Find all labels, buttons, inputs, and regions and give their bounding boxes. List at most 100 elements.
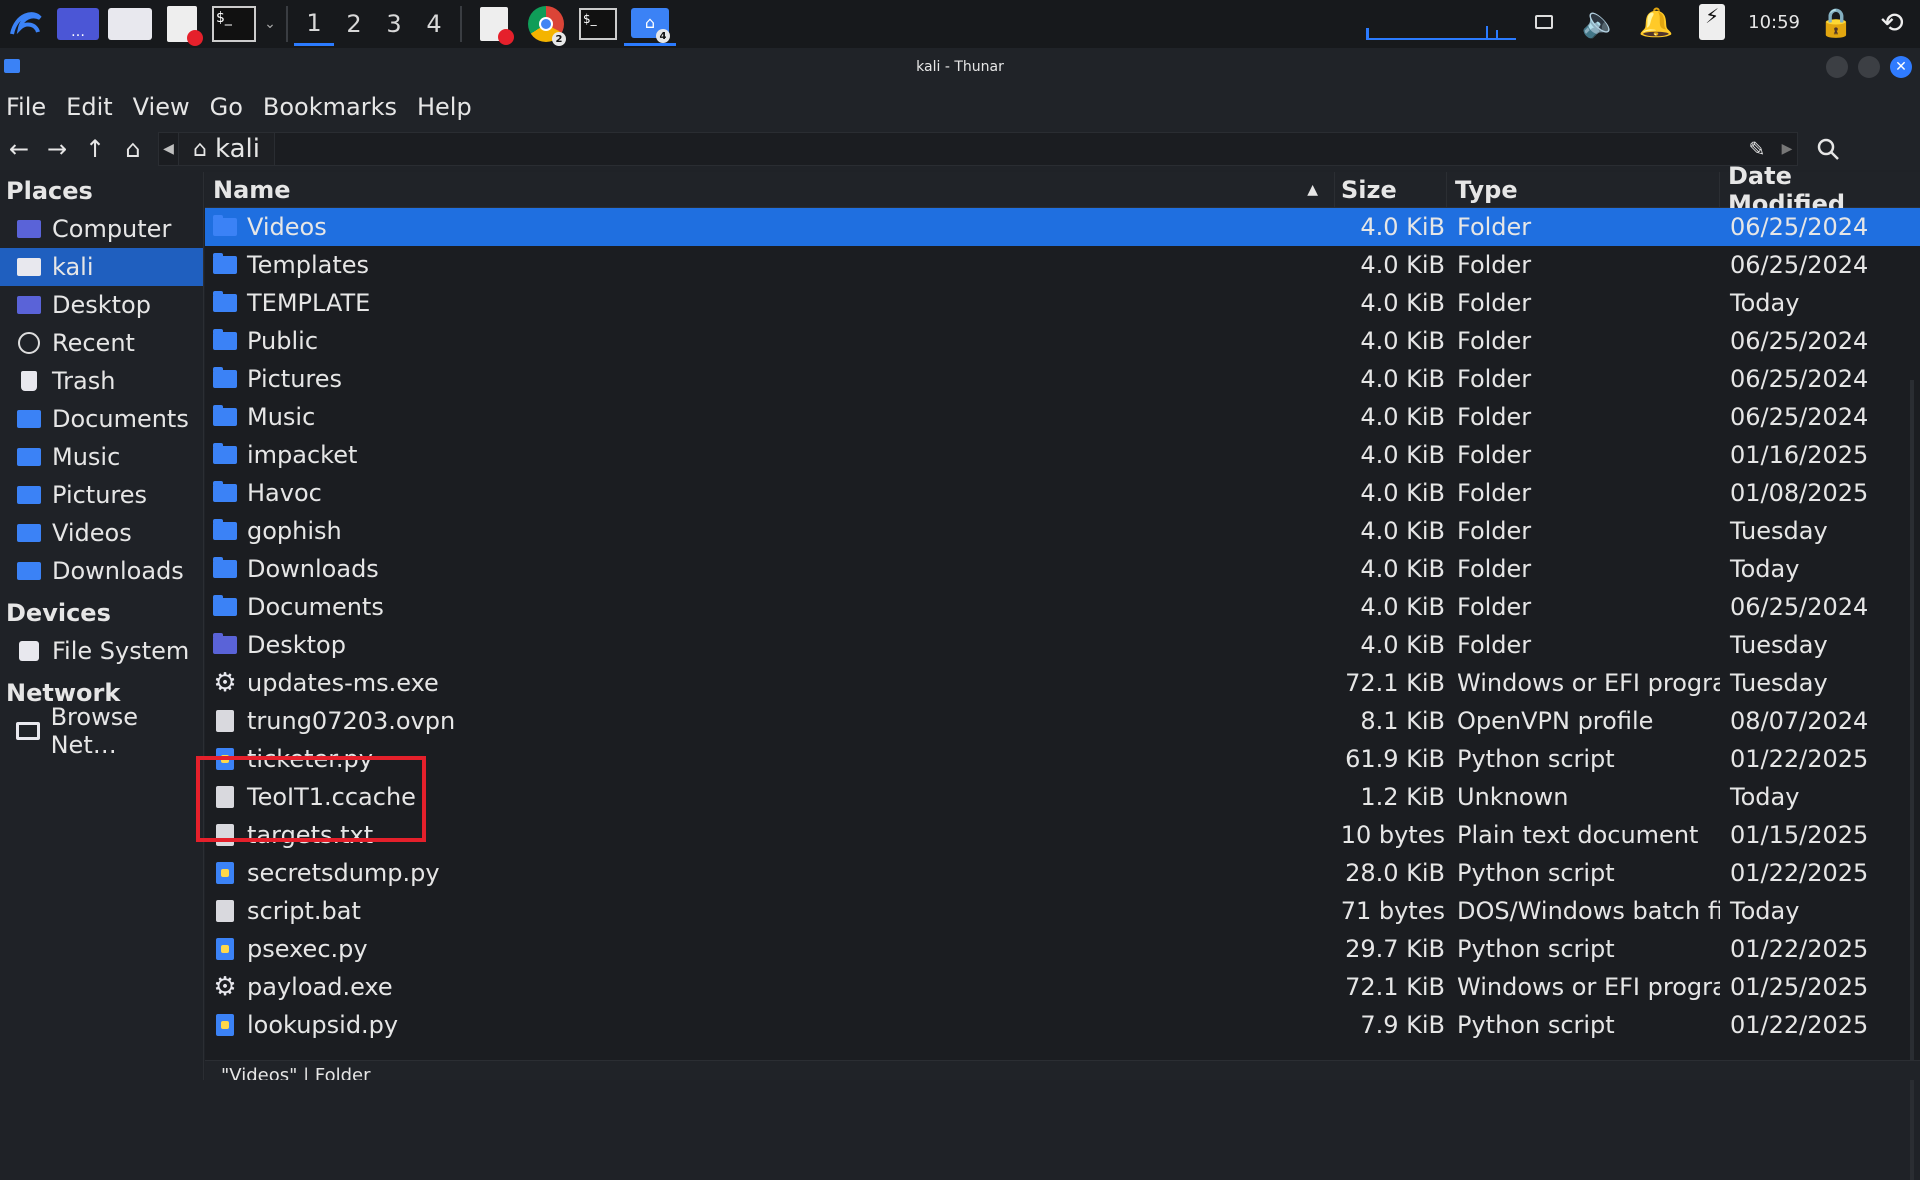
file-name: payload.exe <box>247 973 393 1001</box>
notification-bell-icon[interactable]: 🔔 <box>1628 0 1684 44</box>
document-icon <box>213 710 237 732</box>
sidebar-item-browse-network[interactable]: Browse Net… <box>0 703 203 759</box>
close-button[interactable]: ✕ <box>1890 56 1912 78</box>
up-arrow-icon[interactable]: ↑ <box>76 130 114 168</box>
menu-edit[interactable]: Edit <box>66 93 112 121</box>
column-header-name[interactable]: Name ▲ <box>205 171 1335 208</box>
file-manager-launcher-icon[interactable] <box>104 2 156 46</box>
file-name-cell: Havoc <box>205 479 1335 507</box>
menu-go[interactable]: Go <box>210 93 243 121</box>
file-name-cell: impacket <box>205 441 1335 469</box>
sidebar-item-trash[interactable]: Trash <box>0 362 203 400</box>
workspace-1[interactable]: 1 <box>294 2 334 46</box>
workspace-3[interactable]: 3 <box>374 2 414 46</box>
column-header-date-modified[interactable]: Date Modified <box>1720 162 1910 218</box>
sidebar-item-pictures[interactable]: Pictures <box>0 476 203 514</box>
power-manager-icon[interactable]: ⚡ <box>1684 0 1740 44</box>
column-header-size[interactable]: Size <box>1335 171 1447 208</box>
file-row[interactable]: TEMPLATE 4.0 KiB Folder Today <box>205 284 1920 322</box>
chrome-window-icon[interactable]: 2 <box>520 2 572 46</box>
show-desktop-icon[interactable]: … <box>52 2 104 46</box>
sidebar-item-label: Browse Net… <box>50 703 138 759</box>
column-header-type[interactable]: Type <box>1447 171 1720 208</box>
display-icon[interactable] <box>1516 0 1572 44</box>
file-row[interactable]: Desktop 4.0 KiB Folder Tuesday <box>205 626 1920 664</box>
file-row[interactable]: TeoIT1.ccache 1.2 KiB Unknown Today <box>205 778 1920 816</box>
minimize-button[interactable] <box>1826 56 1848 78</box>
file-row[interactable]: trung07203.ovpn 8.1 KiB OpenVPN profile 08/… <box>205 702 1920 740</box>
file-manager-window-icon[interactable]: ⌂ 4 <box>624 2 676 46</box>
file-date-modified: 01/22/2025 <box>1730 1011 1869 1039</box>
file-row[interactable]: ⚙ updates-ms.exe 72.1 KiB Windows or EFI pr… <box>205 664 1920 702</box>
sidebar-item-label: Desktop <box>52 291 151 319</box>
sidebar-item-videos[interactable]: Videos <box>0 514 203 552</box>
logout-icon[interactable]: ⟲ <box>1864 0 1920 44</box>
computer-icon <box>16 218 42 240</box>
window-app-icon[interactable] <box>4 59 20 73</box>
file-row[interactable]: ⚙ payload.exe 72.1 KiB Windows or EFI progr… <box>205 968 1920 1006</box>
forward-arrow-icon[interactable]: → <box>38 130 76 168</box>
sidebar-item-desktop[interactable]: Desktop <box>0 286 203 324</box>
sidebar-item-music[interactable]: Music <box>0 438 203 476</box>
kali-menu-icon[interactable] <box>0 2 52 46</box>
path-scroll-left-icon[interactable]: ◀ <box>159 133 179 165</box>
terminal-launcher-icon[interactable]: $_ <box>208 2 260 46</box>
file-name: Documents <box>247 593 384 621</box>
file-name-cell: Public <box>205 327 1335 355</box>
menu-help[interactable]: Help <box>417 93 472 121</box>
back-arrow-icon[interactable]: ← <box>0 130 38 168</box>
lock-icon[interactable]: 🔒 <box>1808 0 1864 44</box>
sidebar-item-label: Recent <box>52 329 135 357</box>
sidebar-item-downloads[interactable]: Downloads <box>0 552 203 590</box>
volume-icon[interactable]: 🔈 <box>1572 0 1628 44</box>
videos-folder-icon <box>16 522 42 544</box>
path-scroll-right-icon[interactable]: ▶ <box>1777 141 1797 157</box>
file-row[interactable]: Music 4.0 KiB Folder 06/25/2024 <box>205 398 1920 436</box>
file-row[interactable]: Downloads 4.0 KiB Folder Today <box>205 550 1920 588</box>
file-size: 1.2 KiB <box>1360 783 1445 811</box>
edit-path-icon[interactable]: ✎ <box>1737 137 1777 161</box>
text-editor-launcher-icon[interactable] <box>156 2 208 46</box>
sidebar-item-recent[interactable]: Recent <box>0 324 203 362</box>
workspace-4[interactable]: 4 <box>414 2 454 46</box>
window-titlebar[interactable]: kali - Thunar ✕ <box>0 48 1920 86</box>
sidebar-item-file-system[interactable]: File System <box>0 632 203 670</box>
file-row[interactable]: targets.txt 10 bytes Plain text document 01… <box>205 816 1920 854</box>
chevron-down-icon[interactable]: ⌄ <box>260 2 280 46</box>
file-row[interactable]: Pictures 4.0 KiB Folder 06/25/2024 <box>205 360 1920 398</box>
sidebar-item-kali[interactable]: kali <box>0 248 203 286</box>
menu-view[interactable]: View <box>133 93 190 121</box>
file-size: 71 bytes <box>1340 897 1445 925</box>
path-button-home[interactable]: ⌂ kali <box>179 133 275 165</box>
workspace-2[interactable]: 2 <box>334 2 374 46</box>
file-size: 7.9 KiB <box>1360 1011 1445 1039</box>
file-row[interactable]: Templates 4.0 KiB Folder 06/25/2024 <box>205 246 1920 284</box>
file-row[interactable]: Havoc 4.0 KiB Folder 01/08/2025 <box>205 474 1920 512</box>
file-row[interactable]: secretsdump.py 28.0 KiB Python script 01/22… <box>205 854 1920 892</box>
menu-file[interactable]: File <box>6 93 46 121</box>
home-icon[interactable]: ⌂ <box>114 130 152 168</box>
menu-bookmarks[interactable]: Bookmarks <box>263 93 397 121</box>
text-editor-window-icon[interactable] <box>468 2 520 46</box>
sidebar-item-documents[interactable]: Documents <box>0 400 203 438</box>
file-row[interactable]: ticketer.py 61.9 KiB Python script 01/22/20… <box>205 740 1920 778</box>
file-type: Folder <box>1457 441 1532 469</box>
file-row[interactable]: impacket 4.0 KiB Folder 01/16/2025 <box>205 436 1920 474</box>
file-name-cell: Downloads <box>205 555 1335 583</box>
file-row[interactable]: lookupsid.py 7.9 KiB Python script 01/22/20… <box>205 1006 1920 1044</box>
file-row[interactable]: Public 4.0 KiB Folder 06/25/2024 <box>205 322 1920 360</box>
file-type: Python script <box>1457 745 1615 773</box>
system-tray: 🔈 🔔 ⚡ 10:59 🔒 ⟲ <box>1356 0 1920 44</box>
file-row[interactable]: gophish 4.0 KiB Folder Tuesday <box>205 512 1920 550</box>
file-row[interactable]: script.bat 71 bytes DOS/Windows batch file… <box>205 892 1920 930</box>
terminal-window-icon[interactable]: $_ <box>572 2 624 46</box>
maximize-button[interactable] <box>1858 56 1880 78</box>
executable-gear-icon: ⚙ <box>213 669 237 697</box>
sidebar-item-computer[interactable]: Computer <box>0 210 203 248</box>
file-row[interactable]: psexec.py 29.7 KiB Python script 01/22/2025 <box>205 930 1920 968</box>
separator <box>286 6 288 42</box>
file-row[interactable]: Documents 4.0 KiB Folder 06/25/2024 <box>205 588 1920 626</box>
folder-icon <box>213 215 237 238</box>
clock[interactable]: 10:59 <box>1740 12 1808 33</box>
file-row[interactable]: Videos 4.0 KiB Folder 06/25/2024 <box>205 208 1920 246</box>
